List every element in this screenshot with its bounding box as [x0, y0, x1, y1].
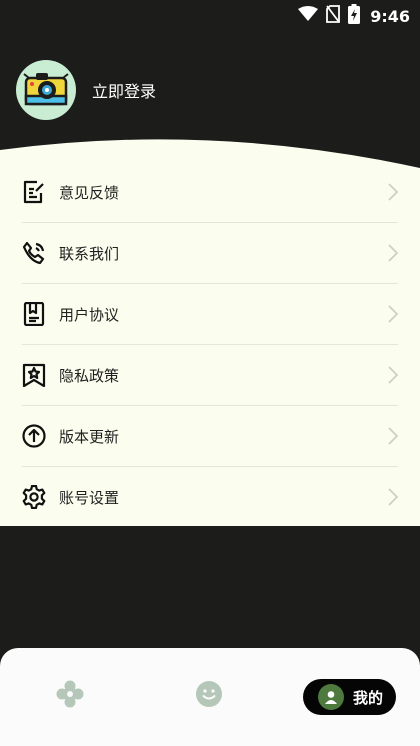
menu-item-account-settings[interactable]: 账号设置	[22, 467, 399, 527]
menu-item-privacy-policy[interactable]: 隐私政策	[22, 345, 399, 406]
feedback-icon	[22, 180, 46, 204]
chevron-right-icon	[388, 305, 399, 327]
chevron-right-icon	[388, 244, 399, 266]
menu-item-label: 联系我们	[59, 244, 120, 263]
profile-header[interactable]: 立即登录	[16, 60, 156, 120]
menu-list: 意见反馈 联系我们 用户协议 隐私政策 版本更新 账号设置	[0, 162, 420, 527]
menu-item-label: 用户协议	[59, 305, 120, 324]
no-sim-icon	[326, 5, 341, 27]
menu-item-user-agreement[interactable]: 用户协议	[22, 284, 399, 345]
menu-item-version-update[interactable]: 版本更新	[22, 406, 399, 467]
tab-mine-label: 我的	[353, 688, 384, 707]
book-icon	[22, 302, 46, 326]
smile-icon	[195, 680, 223, 712]
phone-icon	[22, 241, 46, 265]
menu-item-label: 版本更新	[59, 427, 120, 446]
chevron-right-icon	[388, 183, 399, 205]
bottom-tab-bar: 我的	[0, 648, 420, 746]
battery-charging-icon	[348, 4, 361, 28]
arrow-up-circle-icon	[22, 424, 46, 448]
wifi-icon	[298, 6, 319, 26]
avatar[interactable]	[16, 60, 76, 120]
camera-icon	[22, 68, 70, 112]
chevron-right-icon	[388, 366, 399, 388]
login-link[interactable]: 立即登录	[92, 78, 156, 102]
flower-icon	[56, 680, 84, 712]
tab-mine[interactable]: 我的	[303, 679, 396, 715]
chevron-right-icon	[388, 427, 399, 449]
tab-home[interactable]	[55, 680, 85, 712]
bookmark-star-icon	[22, 363, 46, 387]
menu-item-feedback[interactable]: 意见反馈	[22, 162, 399, 223]
menu-item-contact[interactable]: 联系我们	[22, 223, 399, 284]
status-time: 9:46	[370, 6, 410, 26]
user-icon	[318, 684, 344, 710]
menu-item-label: 隐私政策	[59, 366, 120, 385]
menu-item-label: 意见反馈	[59, 183, 120, 202]
menu-panel: 意见反馈 联系我们 用户协议 隐私政策 版本更新 账号设置	[0, 136, 420, 526]
tab-mood[interactable]	[194, 681, 224, 711]
chevron-right-icon	[388, 488, 399, 510]
gear-icon	[22, 485, 46, 509]
menu-item-label: 账号设置	[59, 488, 120, 507]
status-bar: 9:46	[0, 0, 420, 28]
